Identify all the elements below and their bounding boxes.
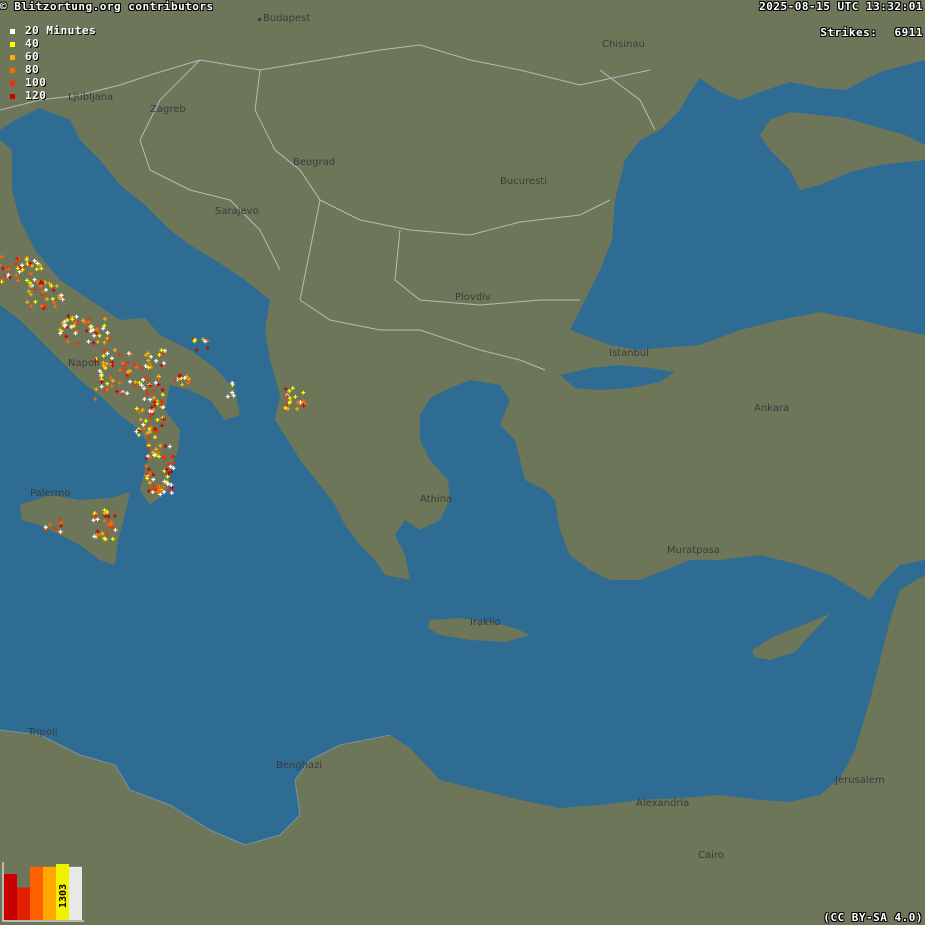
legend-item-40: 40 <box>10 37 39 50</box>
attribution-text: © Blitzortung.org contributors <box>0 0 214 13</box>
legend-swatch <box>10 54 15 60</box>
map-base <box>0 0 925 925</box>
city-jerusalem: Jerusalem <box>835 775 885 786</box>
city-ankara: Ankara <box>754 403 790 414</box>
strikes-counter: Strikes: 6911 <box>820 26 923 39</box>
city-benghazi: Benghazi <box>276 760 323 771</box>
lightning-map[interactable]: Budapest Chisinau Ljubljana Zagreb Beogr… <box>0 0 925 925</box>
histogram-bar <box>4 874 17 920</box>
city-chisinau: Chisinau <box>602 39 645 50</box>
city-ljubljana: Ljubljana <box>68 92 114 103</box>
legend-swatch <box>10 67 15 73</box>
legend-item-80: 80 <box>10 63 39 76</box>
city-budapest: Budapest <box>258 13 310 24</box>
city-beograd: Beograd <box>293 157 336 168</box>
city-napoli: Napoli <box>68 358 100 369</box>
city-iraklio: Iraklio <box>470 617 501 628</box>
legend-item-100: 100 <box>10 76 46 89</box>
city-zagreb: Zagreb <box>150 104 186 115</box>
legend-swatch <box>10 28 15 34</box>
city-palermo: Palermo <box>30 488 71 499</box>
city-athina: Athina <box>420 494 453 505</box>
legend-item-20: 20 Minutes <box>10 24 96 37</box>
histogram-bar <box>17 887 30 920</box>
histogram-bar <box>69 866 82 920</box>
city-muratpasa: Muratpasa <box>667 545 720 556</box>
strikes-value: 6911 <box>894 26 923 39</box>
city-bucuresti: Bucuresti <box>500 176 547 187</box>
timestamp-text: 2025-08-15 UTC 13:32:01 <box>759 0 923 13</box>
legend-swatch <box>10 80 15 86</box>
legend-swatch <box>10 41 15 47</box>
strikes-label: Strikes: <box>820 26 878 39</box>
city-plovdiv: Plovdiv <box>455 292 491 303</box>
city-sarajevo: Sarajevo <box>215 206 259 217</box>
histogram-bar <box>30 866 43 920</box>
strike-histogram: 1303 <box>2 862 84 922</box>
license-text: (CC BY-SA 4.0) <box>823 911 923 924</box>
city-istanbul: Istanbul <box>609 348 650 359</box>
histogram-label: 1303 <box>58 884 69 908</box>
city-alexandria: Alexandria <box>636 798 690 809</box>
legend-swatch <box>10 93 15 99</box>
city-tripoli: Tripoli <box>28 727 58 738</box>
histogram-bar <box>43 866 56 920</box>
city-cairo: Cairo <box>698 850 724 861</box>
legend-item-120: 120 <box>10 89 46 102</box>
legend-item-60: 60 <box>10 50 39 63</box>
